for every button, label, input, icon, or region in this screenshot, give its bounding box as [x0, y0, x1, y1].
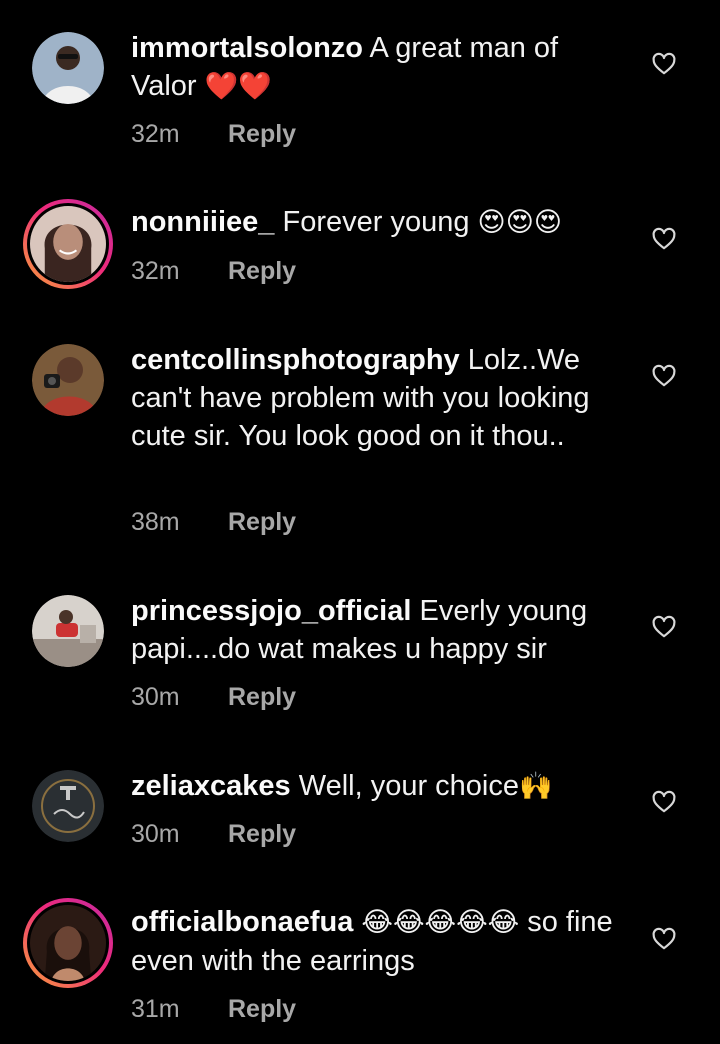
comment-meta: 30m Reply [131, 819, 296, 849]
comment-text: zeliaxcakes Well, your choice🙌 [131, 767, 631, 806]
reply-button[interactable]: Reply [228, 820, 296, 848]
comment-meta: 38m Reply [131, 507, 296, 537]
reply-button[interactable]: Reply [228, 120, 296, 148]
comment-body: Forever young [282, 206, 470, 238]
avatar[interactable] [23, 898, 113, 988]
comment-meta: 32m Reply [131, 256, 296, 286]
comment-username[interactable]: princessjojo_official [131, 595, 411, 627]
comment-emoji: ❤️❤️ [204, 71, 272, 102]
avatar[interactable] [32, 595, 104, 667]
comment-text: officialbonaefua 😂😂😂😂😂 so fine even with… [131, 903, 631, 980]
comment-meta: 32m Reply [131, 119, 296, 149]
comment-text: princessjojo_official Everly young papi.… [131, 592, 631, 668]
comment-time: 31m [131, 995, 180, 1023]
reply-button[interactable]: Reply [228, 683, 296, 711]
avatar[interactable] [32, 770, 104, 842]
comment-emoji: 🙌 [519, 771, 553, 802]
reply-button[interactable]: Reply [228, 257, 296, 285]
comment-time: 32m [131, 120, 180, 148]
avatar-image [32, 595, 104, 667]
heart-icon[interactable] [651, 51, 677, 77]
comment-time: 30m [131, 683, 180, 711]
comment-text: nonniiiee_ Forever young 😍😍😍 [131, 203, 631, 242]
comments-feed: immortalsolonzo A great man of Valor ❤️❤… [0, 0, 720, 1044]
comment-time: 38m [131, 508, 180, 536]
heart-icon[interactable] [651, 789, 677, 815]
avatar-image [30, 905, 106, 981]
avatar[interactable] [23, 199, 113, 289]
avatar-image [32, 32, 104, 104]
comment-time: 30m [131, 820, 180, 848]
heart-icon[interactable] [651, 226, 677, 252]
comment-meta: 30m Reply [131, 682, 296, 712]
heart-icon[interactable] [651, 614, 677, 640]
comment-emoji: 😍😍😍 [477, 207, 562, 238]
avatar[interactable] [32, 32, 104, 104]
comment-username[interactable]: centcollinsphotography [131, 344, 460, 376]
comment-text: immortalsolonzo A great man of Valor ❤️❤… [131, 29, 631, 106]
comment-body: Well, your choice [298, 770, 519, 802]
reply-button[interactable]: Reply [228, 508, 296, 536]
comment-emoji: 😂😂😂😂😂 [361, 907, 520, 938]
avatar-image [32, 770, 104, 842]
comment-username[interactable]: officialbonaefua [131, 906, 353, 938]
avatar[interactable] [32, 344, 104, 416]
avatar-image [32, 344, 104, 416]
heart-icon[interactable] [651, 926, 677, 952]
heart-icon[interactable] [651, 363, 677, 389]
comment-time: 32m [131, 257, 180, 285]
reply-button[interactable]: Reply [228, 995, 296, 1023]
comment-username[interactable]: zeliaxcakes [131, 770, 291, 802]
avatar-image [30, 206, 106, 282]
comment-meta: 31m Reply [131, 994, 296, 1024]
comment-text: centcollinsphotography Lolz..We can't ha… [131, 341, 631, 455]
comment-username[interactable]: immortalsolonzo [131, 32, 363, 64]
comment-username[interactable]: nonniiiee_ [131, 206, 274, 238]
